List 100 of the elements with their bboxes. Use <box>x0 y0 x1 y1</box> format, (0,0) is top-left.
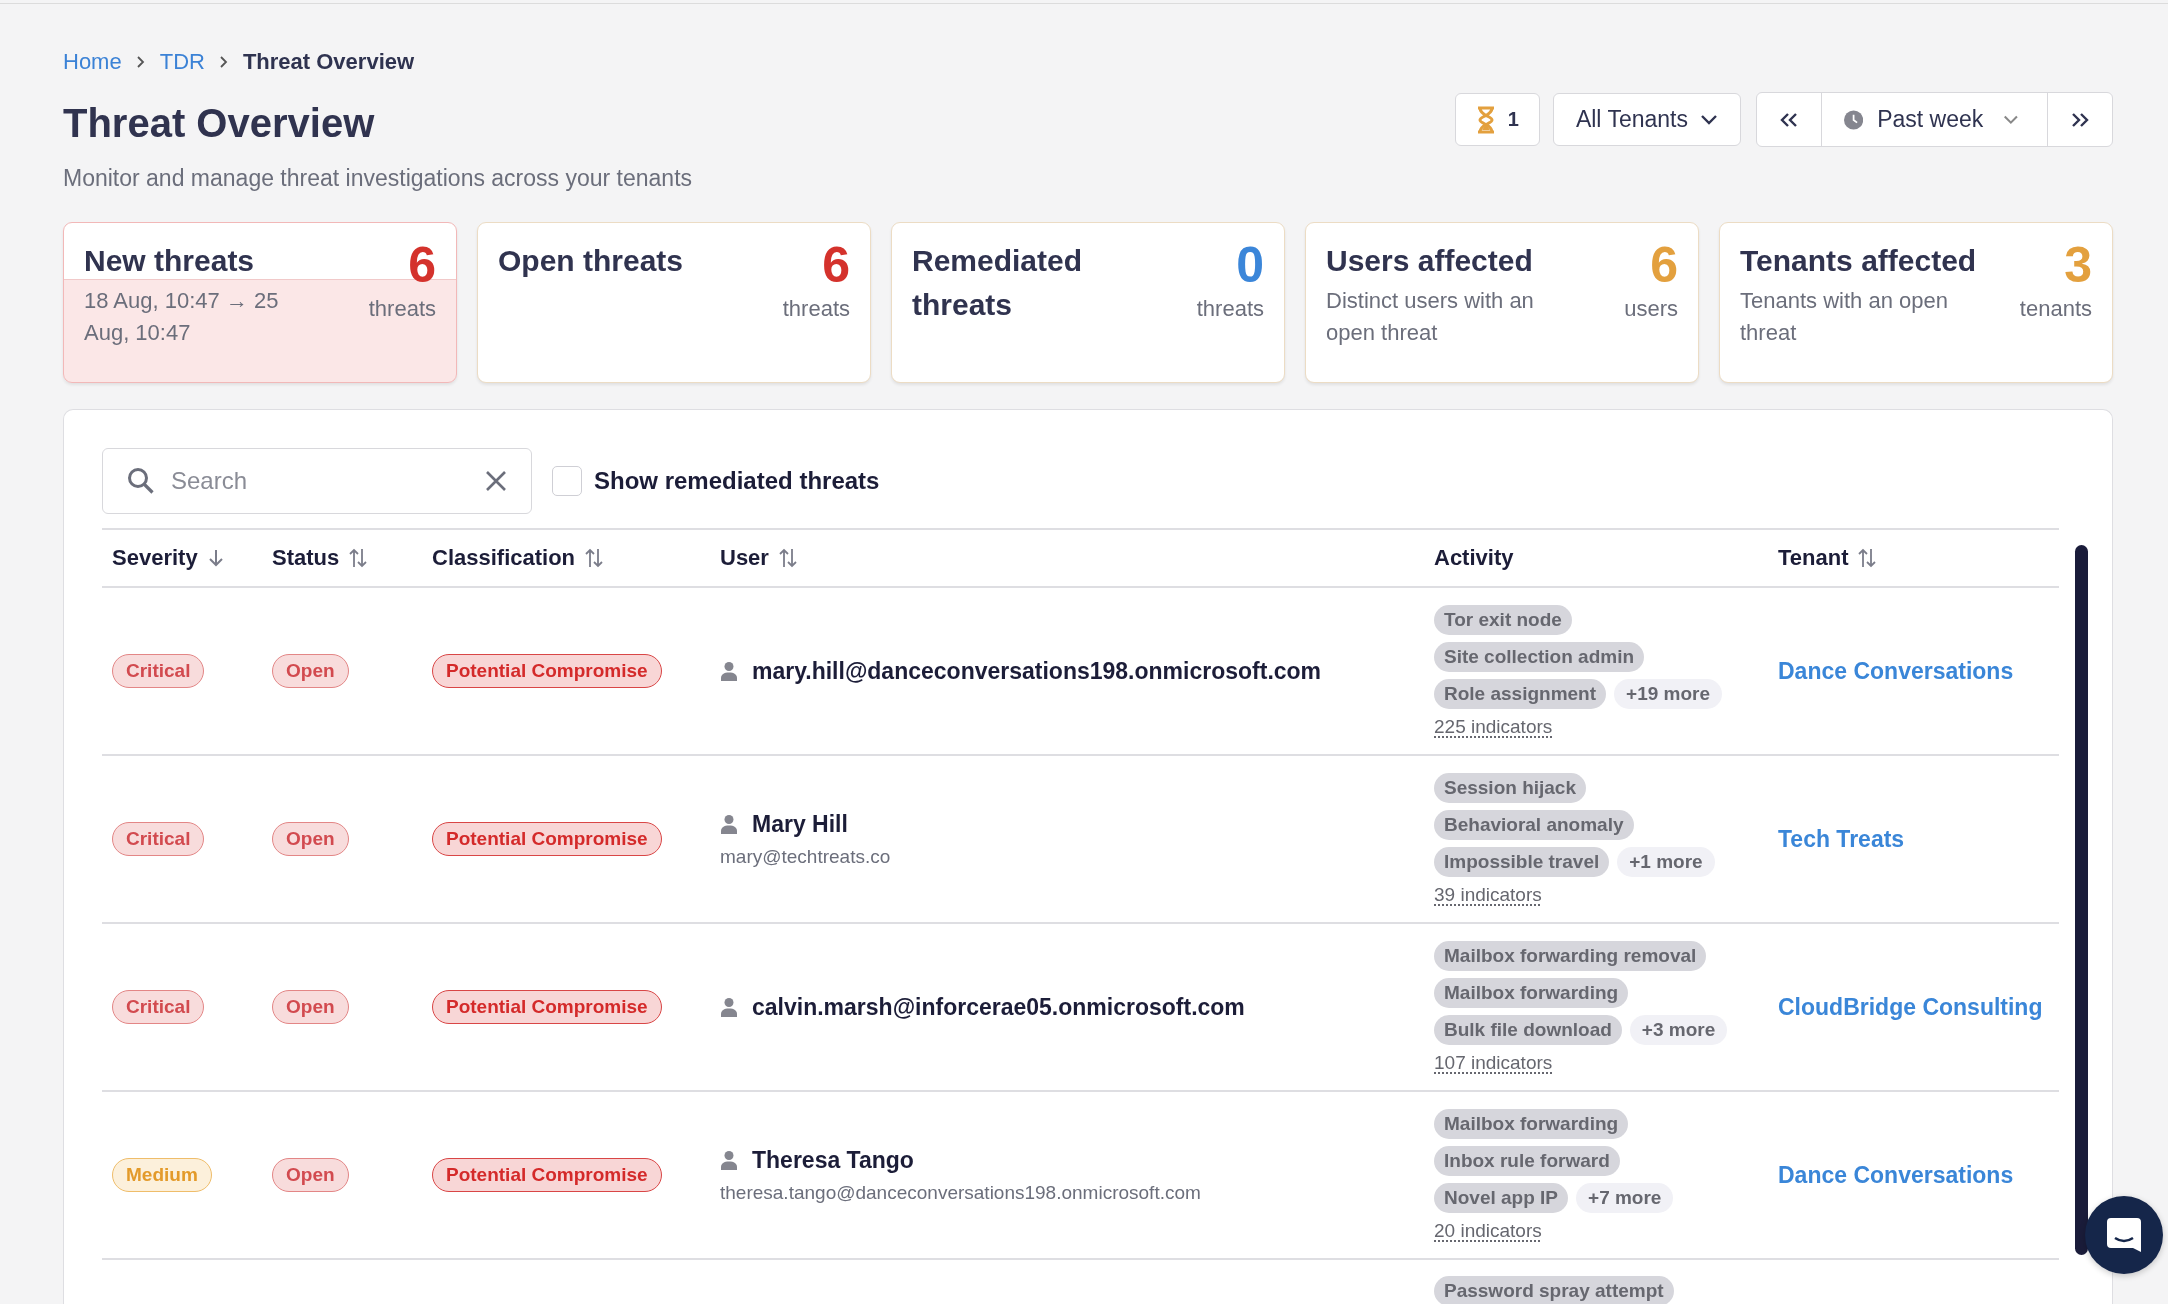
indicators-link[interactable]: 20 indicators <box>1434 1219 1542 1242</box>
activity-tag: Novel app IP <box>1434 1182 1569 1213</box>
breadcrumb-link[interactable]: Home <box>63 49 122 75</box>
status-badge: Open <box>272 822 349 856</box>
stat-card[interactable]: Users affected Distinct users with an open threat 6 users <box>1305 222 1699 383</box>
sort-descending-icon[interactable] <box>207 548 224 568</box>
sort-icon[interactable] <box>349 547 368 569</box>
activity-tag: Password spray attempt <box>1434 1276 1674 1304</box>
card-description: Tenants with an open threat <box>1740 287 1949 347</box>
card-title: Tenants affected <box>1740 243 1978 279</box>
severity-badge: Critical <box>112 990 205 1024</box>
stat-card[interactable]: Open threats 6 threats <box>477 222 871 383</box>
chevron-right-icon <box>218 55 229 69</box>
card-value: 6 <box>1650 243 1678 287</box>
activity-tag: Inbox rule forward <box>1434 1145 1620 1176</box>
activity-tag: Role assignment <box>1434 678 1607 709</box>
search-icon <box>127 467 155 495</box>
column-header[interactable]: Classification <box>432 545 576 571</box>
activity-tag: Session hijack <box>1434 772 1586 803</box>
more-tag[interactable]: +3 more <box>1629 1014 1728 1045</box>
more-tag[interactable]: +7 more <box>1576 1182 1674 1213</box>
card-unit: threats <box>1196 295 1264 323</box>
double-chevron-left-icon <box>1779 111 1799 128</box>
card-value: 0 <box>1236 243 1264 287</box>
search-bar[interactable]: Search <box>102 448 532 514</box>
tenant-link[interactable]: Tech Treats <box>1778 825 1905 852</box>
card-unit: users <box>1624 295 1678 323</box>
card-value: 3 <box>2064 243 2092 287</box>
sort-icon[interactable] <box>778 547 797 569</box>
stat-card[interactable]: Tenants affected Tenants with an open threat 3 tenants <box>1719 222 2113 383</box>
user-name: Theresa Tango <box>752 1146 914 1174</box>
activity-tag: Mailbox forwarding <box>1434 1108 1629 1139</box>
scrollbar[interactable] <box>2075 545 2088 1255</box>
card-unit: tenants <box>2019 295 2092 323</box>
card-title: Remediated threats <box>912 243 1084 323</box>
activity-tag: Mailbox forwarding removal <box>1434 940 1707 971</box>
column-header[interactable]: User <box>720 545 769 571</box>
user-email: theresa.tango@danceconversations198.onmicrosoft.com <box>720 1181 1202 1204</box>
hourglass-icon <box>1475 105 1496 134</box>
indicators-link[interactable]: 225 indicators <box>1434 715 1553 738</box>
status-badge: Open <box>272 1158 349 1192</box>
person-icon <box>720 1150 738 1170</box>
classification-badge: Potential Compromise <box>432 654 662 688</box>
person-icon <box>720 661 738 681</box>
tenant-link[interactable]: CloudBridge Consulting <box>1778 993 2043 1020</box>
tenant-link[interactable]: Dance Conversations <box>1778 1161 2014 1188</box>
activity-tag: Site collection admin <box>1434 641 1645 672</box>
column-header[interactable]: Severity <box>112 545 198 571</box>
breadcrumb-current: Threat Overview <box>242 49 415 75</box>
card-unit: threats <box>782 295 850 323</box>
more-tag[interactable]: +19 more <box>1614 678 1723 709</box>
status-badge: Open <box>272 654 349 688</box>
activity-tag: Tor exit node <box>1434 604 1572 635</box>
severity-badge: Critical <box>112 654 205 688</box>
classification-badge: Potential Compromise <box>432 822 662 856</box>
tenant-dropdown[interactable]: All Tenants <box>1552 93 1741 146</box>
close-icon[interactable] <box>485 470 507 492</box>
checkbox-label[interactable]: Show remediated threats <box>594 467 880 495</box>
user-email: mary@techtreats.co <box>720 845 892 868</box>
chevron-down-icon <box>1700 113 1718 126</box>
card-title: New threats <box>84 243 256 279</box>
stat-card[interactable]: New threats 18 Aug, 10:47 → 25 Aug, 10:47 6 threats <box>63 222 457 383</box>
page-subtitle: Monitor and manage threat investigations across your tenants <box>63 165 694 192</box>
chat-icon <box>2105 1216 2143 1254</box>
tenant-link[interactable]: Dance Conversations <box>1778 657 2014 684</box>
activity-tag: Impossible travel <box>1434 846 1610 877</box>
user-name: Mary Hill <box>752 810 848 838</box>
card-value: 6 <box>408 243 436 287</box>
more-tag[interactable]: +1 more <box>1617 846 1715 877</box>
severity-badge: Medium <box>112 1158 212 1192</box>
indicators-link[interactable]: 107 indicators <box>1434 1051 1553 1074</box>
breadcrumb-link[interactable]: TDR <box>159 49 205 75</box>
chevron-right-icon <box>135 55 146 69</box>
checkbox[interactable] <box>552 466 582 496</box>
column-header: Activity <box>1434 545 1514 571</box>
status-badge: Open <box>272 990 349 1024</box>
card-title: Open threats <box>498 243 684 279</box>
card-description: 18 Aug, 10:47 → 25 Aug, 10:47 <box>84 287 280 347</box>
classification-badge: Potential Compromise <box>432 990 662 1024</box>
activity-tag: Bulk file download <box>1434 1014 1622 1045</box>
chat-button[interactable] <box>2085 1196 2163 1274</box>
activity-tag: Behavioral anomaly <box>1434 809 1634 840</box>
search-field[interactable]: Search <box>169 466 471 496</box>
column-header[interactable]: Status <box>272 545 340 571</box>
classification-badge: Potential Compromise <box>432 1158 662 1192</box>
card-title: Users affected <box>1326 243 1534 279</box>
severity-badge: Critical <box>112 822 205 856</box>
page-title: Threat Overview <box>63 101 375 146</box>
card-unit: threats <box>368 295 436 323</box>
sort-icon[interactable] <box>1858 547 1877 569</box>
pending-button[interactable]: 1 <box>1454 93 1540 146</box>
person-icon <box>720 997 738 1017</box>
user-name: calvin.marsh@inforcerae05.onmicrosoft.com <box>752 993 1245 1021</box>
chevron-down-icon <box>2003 113 2019 126</box>
column-header[interactable]: Tenant <box>1778 545 1849 571</box>
user-name: mary.hill@danceconversations198.onmicrosoft.com <box>752 657 1322 685</box>
stat-card[interactable]: Remediated threats 0 threats <box>891 222 1285 383</box>
card-value: 6 <box>822 243 850 287</box>
indicators-link[interactable]: 39 indicators <box>1434 883 1542 906</box>
sort-icon[interactable] <box>585 547 604 569</box>
